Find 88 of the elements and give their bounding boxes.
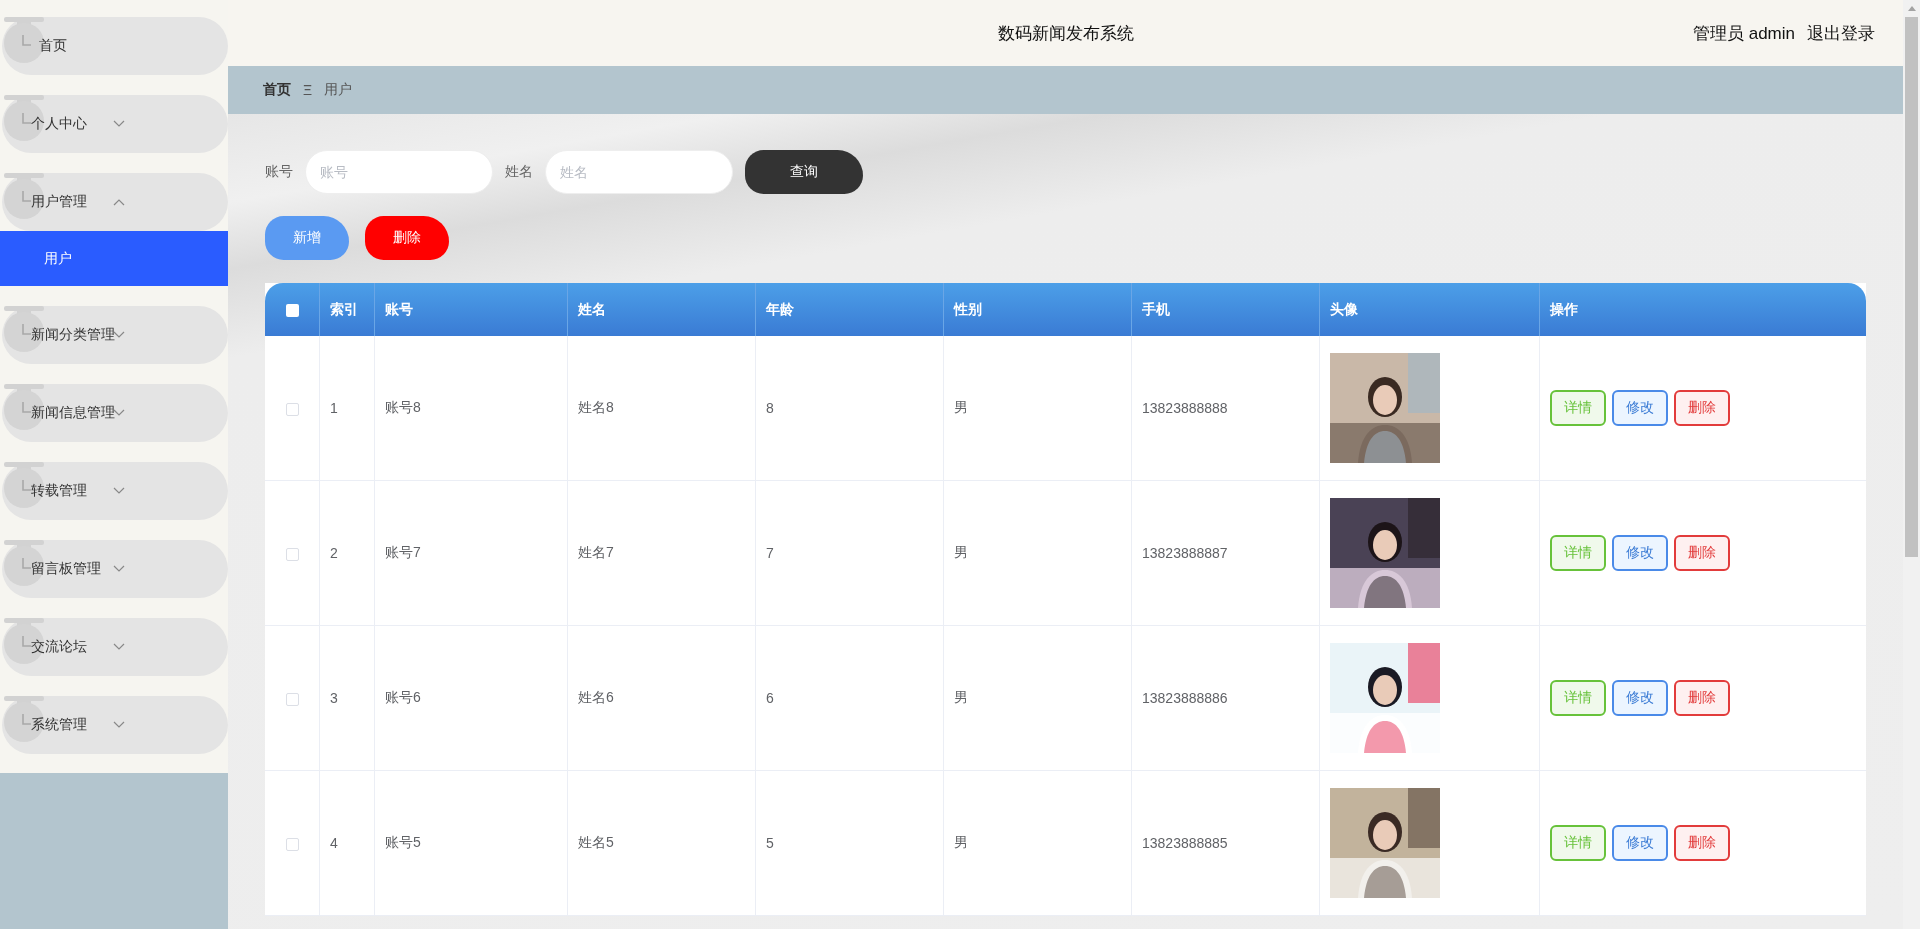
table-cell: 4 <box>330 835 338 851</box>
sidebar-item[interactable]: 个人中心 <box>2 95 228 153</box>
submenu-item[interactable]: 用户 <box>0 231 228 286</box>
breadcrumb-item: 用户 <box>324 81 353 99</box>
chevron-down-icon <box>112 565 125 573</box>
chevron-down-icon <box>112 643 125 651</box>
edit-button[interactable]: 修改 <box>1612 680 1668 716</box>
table-cell: 男 <box>954 544 968 560</box>
stopwatch-icon <box>2 173 46 219</box>
edit-button[interactable]: 修改 <box>1612 390 1668 426</box>
stopwatch-icon <box>2 384 46 430</box>
sidebar-item[interactable]: 留言板管理 <box>2 540 228 598</box>
chevron-down-icon <box>112 120 125 128</box>
logout-link[interactable]: 退出登录 <box>1807 21 1875 45</box>
table-cell: 姓名6 <box>578 689 614 705</box>
table-cell: 账号8 <box>385 399 421 415</box>
edit-button[interactable]: 修改 <box>1612 535 1668 571</box>
row-checkbox[interactable] <box>285 547 299 561</box>
sidebar-item[interactable]: 转载管理 <box>2 462 228 520</box>
table-cell: 账号7 <box>385 544 421 560</box>
query-button[interactable]: 查询 <box>745 150 863 194</box>
delete-button[interactable]: 删除 <box>1674 825 1730 861</box>
breadcrumb-separator: Ξ <box>303 82 313 98</box>
scrollbar-thumb[interactable] <box>1905 17 1918 557</box>
detail-button[interactable]: 详情 <box>1550 390 1606 426</box>
chevron-up-icon <box>112 198 125 206</box>
delete-button[interactable]: 删除 <box>1674 535 1730 571</box>
table-cell: 13823888888 <box>1142 400 1228 416</box>
delete-button[interactable]: 删除 <box>365 216 449 260</box>
table-cell: 5 <box>766 835 774 851</box>
table-cell: 2 <box>330 545 338 561</box>
table-cell: 1 <box>330 400 338 416</box>
delete-button[interactable]: 删除 <box>1674 390 1730 426</box>
row-checkbox[interactable] <box>285 692 299 706</box>
table-cell: 13823888885 <box>1142 835 1228 851</box>
app-title: 数码新闻发布系统 <box>997 23 1134 43</box>
sidebar-item[interactable]: 首页 <box>2 17 228 75</box>
chevron-down-icon <box>112 721 125 729</box>
table-cell: 6 <box>766 690 774 706</box>
stopwatch-icon <box>2 306 46 352</box>
stopwatch-icon <box>2 696 46 742</box>
sidebar-item[interactable]: 用户管理 <box>2 173 228 231</box>
stopwatch-icon <box>2 540 46 586</box>
row-checkbox[interactable] <box>285 402 299 416</box>
table-cell: 13823888887 <box>1142 545 1228 561</box>
table-cell: 13823888886 <box>1142 690 1228 706</box>
stopwatch-icon <box>2 618 46 664</box>
table-cell: 3 <box>330 690 338 706</box>
search-field[interactable]: 账号 <box>305 150 493 194</box>
field-label: 姓名 <box>505 163 533 181</box>
detail-button[interactable]: 详情 <box>1550 535 1606 571</box>
delete-button[interactable]: 删除 <box>1674 680 1730 716</box>
edit-button[interactable]: 修改 <box>1612 825 1668 861</box>
column-header: 头像 <box>1320 283 1540 336</box>
column-header: 性别 <box>944 283 1132 336</box>
sidebar-item[interactable]: 新闻分类管理 <box>2 306 228 364</box>
column-header: 操作 <box>1540 283 1866 336</box>
table-cell: 男 <box>954 834 968 850</box>
select-all-checkbox[interactable] <box>285 304 299 318</box>
stopwatch-icon <box>2 95 46 141</box>
field-label: 账号 <box>265 163 293 181</box>
stopwatch-icon <box>2 462 46 508</box>
table-cell: 7 <box>766 545 774 561</box>
table-cell: 姓名7 <box>578 544 614 560</box>
search-field[interactable]: 姓名 <box>545 150 733 194</box>
sidebar-item[interactable]: 新闻信息管理 <box>2 384 228 442</box>
add-button[interactable]: 新增 <box>265 216 349 260</box>
sidebar-item[interactable]: 系统管理 <box>2 696 228 754</box>
detail-button[interactable]: 详情 <box>1550 680 1606 716</box>
admin-user: 管理员 admin <box>1692 22 1795 45</box>
column-header: 账号 <box>375 283 568 336</box>
row-checkbox[interactable] <box>285 837 299 851</box>
detail-button[interactable]: 详情 <box>1550 825 1606 861</box>
chevron-down-icon <box>112 487 125 495</box>
table-cell: 账号6 <box>385 689 421 705</box>
column-header: 年龄 <box>756 283 944 336</box>
table-cell: 姓名5 <box>578 834 614 850</box>
table-cell: 账号5 <box>385 834 421 850</box>
table-cell: 姓名8 <box>578 399 614 415</box>
table-cell: 男 <box>954 399 968 415</box>
table-cell: 8 <box>766 400 774 416</box>
column-header: 索引 <box>320 283 375 336</box>
sidebar-item[interactable]: 交流论坛 <box>2 618 228 676</box>
scroll-up-icon[interactable] <box>1907 6 1916 11</box>
breadcrumb-item[interactable]: 首页 <box>263 81 291 99</box>
column-header: 手机 <box>1132 283 1320 336</box>
table-cell: 男 <box>954 689 968 705</box>
column-header: 姓名 <box>568 283 756 336</box>
